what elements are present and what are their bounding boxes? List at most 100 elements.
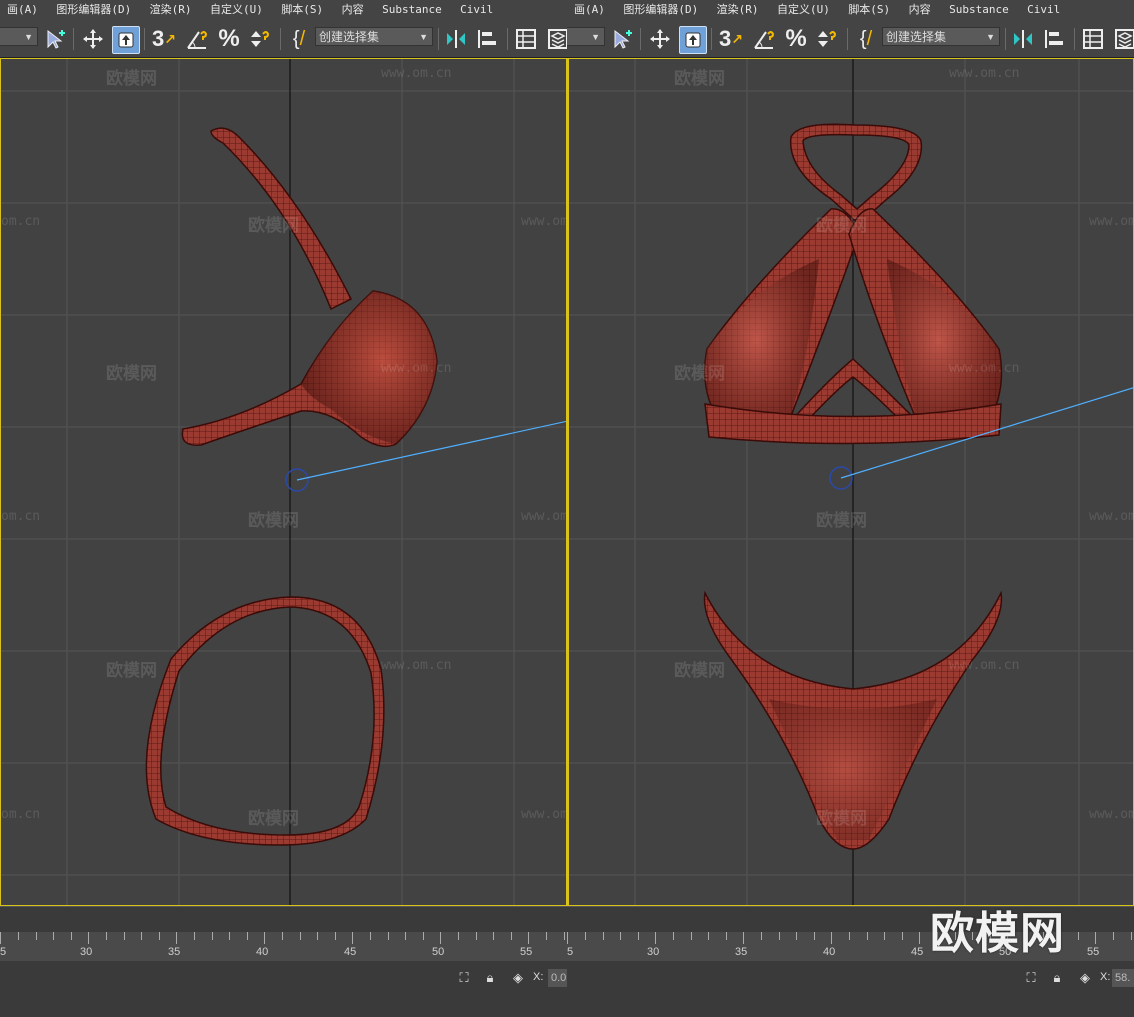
spinner-snap-icon[interactable] — [813, 26, 841, 52]
menu-bar: 画(A) 图形编辑器(D) 渲染(R) 自定义(U) 脚本(S) 内容 Subs… — [567, 0, 1134, 21]
watermark-url: www.om.cn — [381, 66, 452, 81]
align-icon[interactable] — [474, 26, 502, 52]
right-window: 画(A) 图形编辑器(D) 渲染(R) 自定义(U) 脚本(S) 内容 Subs… — [567, 0, 1134, 1017]
watermark-url: om.cn — [1, 509, 41, 524]
select-object-icon[interactable] — [112, 26, 140, 54]
time-slider[interactable]: 5 30 35 40 45 50 55 — [0, 906, 567, 962]
left-window: 画(A) 图形编辑器(D) 渲染(R) 自定义(U) 脚本(S) 内容 Subs… — [0, 0, 567, 1017]
status-bar: ⛶ 🔒︎ ◈ X: 0.0 — [0, 961, 567, 1017]
menu-item-script[interactable]: 脚本(S) — [841, 0, 897, 20]
main-toolbar: ▼ 3 ↗ % {/ 创建选择集 ▼ — [567, 20, 1134, 58]
edit-named-selection-icon[interactable]: {/ — [285, 26, 313, 52]
brand-watermark: 欧模网 — [930, 908, 1065, 959]
scene-explorer-icon[interactable] — [513, 26, 539, 52]
timeline-tick-label: 30 — [80, 946, 93, 958]
timeline-tick-label: 55 — [1087, 946, 1100, 958]
menu-item-substance[interactable]: Substance — [942, 0, 1016, 20]
viewport-left[interactable]: 欧模网 www.om.cn om.cn 欧模网 www.om.cn 欧模网 ww… — [0, 58, 567, 906]
absolute-transform-icon[interactable]: ◈ — [1077, 970, 1093, 986]
select-link-icon[interactable] — [609, 26, 635, 52]
watermark-url: www.om.cn — [949, 361, 1020, 376]
timeline-tick-label: 5 — [567, 946, 574, 958]
watermark: 欧模网 — [674, 661, 725, 680]
angle-snap-icon[interactable] — [750, 26, 778, 52]
watermark-url: www.om.cn — [521, 807, 567, 822]
menu-item-draw[interactable]: 画(A) — [0, 0, 45, 20]
snap-3d-icon[interactable]: 3 ↗ — [150, 26, 178, 52]
watermark: 欧模网 — [248, 511, 299, 530]
menu-item-civil[interactable]: Civil — [453, 0, 500, 20]
menu-item-substance[interactable]: Substance — [375, 0, 449, 20]
viewport-left-canvas[interactable] — [1, 59, 567, 906]
watermark: 欧模网 — [816, 809, 867, 828]
snap-3d-icon[interactable]: 3 ↗ — [717, 26, 745, 52]
watermark: 欧模网 — [106, 69, 157, 88]
watermark: 欧模网 — [816, 511, 867, 530]
mirror-icon[interactable] — [1009, 26, 1037, 52]
timeline-tick-label: 5 — [0, 946, 7, 958]
named-selection-dropdown[interactable]: 创建选择集 ▼ — [882, 27, 1000, 46]
layer-explorer-icon[interactable] — [1112, 26, 1134, 52]
menu-item-customize[interactable]: 自定义(U) — [203, 0, 270, 20]
absolute-transform-icon[interactable]: ◈ — [510, 970, 526, 986]
viewport-right[interactable]: 欧模网 www.om.cn 欧模网 www.om.cn 欧模网 www.om.c… — [567, 58, 1134, 906]
menu-item-render[interactable]: 渲染(R) — [143, 0, 199, 20]
edit-named-selection-icon[interactable]: {/ — [852, 26, 880, 52]
watermark-url: www.om.cn — [521, 509, 567, 524]
timeline-tick-label: 40 — [823, 946, 836, 958]
move-icon[interactable] — [80, 26, 106, 52]
align-icon[interactable] — [1041, 26, 1069, 52]
menu-item-draw[interactable]: 画(A) — [567, 0, 612, 20]
watermark: 欧模网 — [106, 364, 157, 383]
watermark: 欧模网 — [248, 216, 299, 235]
layer-explorer-icon[interactable] — [545, 26, 567, 52]
lock-icon[interactable]: 🔒︎ — [482, 970, 498, 986]
watermark-url: www.om.cn — [949, 658, 1020, 673]
x-coord-input[interactable]: 0.0 — [548, 969, 567, 987]
timeline-ruler[interactable]: 5 30 35 40 45 50 55 — [0, 932, 567, 962]
timeline-tick-label: 50 — [432, 946, 445, 958]
watermark-url: om.cn — [1, 807, 41, 822]
watermark-url: www.om.cn — [381, 658, 452, 673]
named-selection-dropdown[interactable]: 创建选择集 ▼ — [315, 27, 433, 46]
timeline-tick-label: 40 — [256, 946, 269, 958]
menu-item-content[interactable]: 内容 — [335, 0, 371, 20]
bikini-top-halter-front[interactable] — [789, 123, 923, 226]
isolate-selection-icon[interactable]: ⛶ — [456, 970, 472, 986]
layer-dropdown[interactable]: ▼ — [567, 27, 605, 46]
viewport-grid — [1, 59, 566, 905]
viewport-right-canvas[interactable] — [569, 59, 1134, 906]
percent-snap-icon[interactable]: % — [782, 25, 810, 52]
menu-item-civil[interactable]: Civil — [1020, 0, 1067, 20]
watermark-url: www.om.cn — [1089, 214, 1133, 229]
isolate-selection-icon[interactable]: ⛶ — [1023, 970, 1039, 986]
watermark-url: www.om.cn — [521, 214, 567, 229]
select-object-icon[interactable] — [679, 26, 707, 54]
menu-item-content[interactable]: 内容 — [902, 0, 938, 20]
menu-item-script[interactable]: 脚本(S) — [274, 0, 330, 20]
mirror-icon[interactable] — [442, 26, 470, 52]
scene-explorer-icon[interactable] — [1080, 26, 1106, 52]
menu-item-customize[interactable]: 自定义(U) — [770, 0, 837, 20]
select-link-icon[interactable] — [42, 26, 68, 52]
watermark: 欧模网 — [816, 216, 867, 235]
spinner-snap-icon[interactable] — [246, 26, 274, 52]
watermark: 欧模网 — [248, 809, 299, 828]
x-coord-input[interactable]: 58. — [1112, 969, 1134, 987]
move-icon[interactable] — [647, 26, 673, 52]
watermark-url: www.om.cn — [949, 66, 1020, 81]
light-target-line — [296, 420, 566, 481]
watermark: 欧模网 — [106, 661, 157, 680]
menu-item-graph-editor[interactable]: 图形编辑器(D) — [49, 0, 138, 20]
angle-snap-icon[interactable] — [183, 26, 211, 52]
menu-item-render[interactable]: 渲染(R) — [710, 0, 766, 20]
timeline-tick-label: 35 — [735, 946, 748, 958]
timeline-tick-label: 45 — [911, 946, 924, 958]
timeline-tick-label: 35 — [168, 946, 181, 958]
timeline-tick-label: 55 — [520, 946, 533, 958]
main-toolbar: ▼ 3 ↗ % {/ 创建选择集 ▼ — [0, 20, 567, 58]
menu-item-graph-editor[interactable]: 图形编辑器(D) — [616, 0, 705, 20]
lock-icon[interactable]: 🔒︎ — [1049, 970, 1065, 986]
layer-dropdown[interactable]: ▼ — [0, 27, 38, 46]
percent-snap-icon[interactable]: % — [215, 25, 243, 52]
